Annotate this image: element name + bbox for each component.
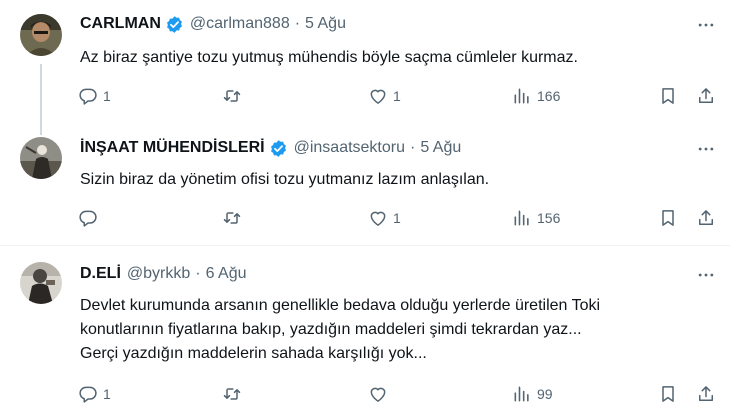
reply-icon (79, 210, 97, 227)
bookmark-button[interactable] (658, 381, 678, 407)
heart-icon (370, 387, 386, 402)
tweet-header: D.ELİ @byrkkb · 6 Ağu (80, 263, 247, 285)
author-name[interactable]: İNŞAAT MÜHENDİSLERİ (80, 139, 265, 157)
tweet-actions: 1 99 (72, 381, 720, 407)
retweet-button[interactable] (222, 381, 247, 407)
author-name[interactable]: CARLMAN (80, 15, 161, 33)
share-button[interactable] (696, 83, 716, 109)
tweet-text-line: konutlarının fiyatlarına bakıp, yazdığın… (80, 321, 582, 338)
tweet-text: Sizin biraz da yönetim ofisi tozu yutman… (80, 171, 490, 188)
author-handle[interactable]: @carlman888 (190, 15, 290, 33)
like-count: 1 (393, 210, 401, 226)
tweet-carlman[interactable]: CARLMAN @carlman888 · 5 Ağu Az biraz şan… (0, 0, 730, 134)
more-dots-icon[interactable] (694, 264, 718, 286)
share-button[interactable] (696, 205, 716, 231)
views-button[interactable]: 156 (512, 205, 560, 231)
share-icon (699, 210, 713, 225)
verified-badge-icon (165, 15, 184, 34)
reply-button[interactable]: 1 (78, 83, 111, 109)
reply-button[interactable] (78, 205, 103, 231)
retweet-icon (223, 90, 241, 102)
share-icon (699, 88, 713, 103)
tweet-text: Devlet kurumunda arsanın genellikle beda… (80, 294, 710, 366)
views-count: 156 (537, 210, 561, 226)
reply-count: 1 (103, 386, 111, 402)
bookmark-icon (662, 88, 674, 104)
heart-icon (370, 89, 386, 104)
tweet-text-line: Gerçi yazdığın maddelerin sahada karşılı… (80, 345, 427, 362)
verified-badge-icon (269, 139, 288, 158)
more-dots-icon[interactable] (694, 138, 718, 160)
reply-count: 1 (103, 88, 111, 104)
bookmark-button[interactable] (658, 83, 678, 109)
author-name[interactable]: D.ELİ (80, 265, 121, 283)
bookmark-button[interactable] (658, 205, 678, 231)
reply-icon (79, 386, 97, 403)
bookmark-icon (662, 210, 674, 226)
share-icon (699, 386, 713, 401)
tweet-insaat-muhendisleri[interactable]: İNŞAAT MÜHENDİSLERİ @insaatsektoru · 5 A… (0, 125, 730, 243)
views-count: 166 (537, 88, 561, 104)
bookmark-icon (662, 386, 674, 402)
retweet-icon (223, 388, 241, 400)
avatar[interactable] (20, 262, 62, 304)
views-button[interactable]: 99 (512, 381, 553, 407)
tweet-actions: 1 1 166 (72, 83, 720, 109)
like-button[interactable]: 1 (368, 83, 401, 109)
avatar[interactable] (20, 14, 62, 56)
more-dots-icon[interactable] (694, 14, 718, 36)
thread-line (40, 64, 42, 134)
retweet-button[interactable] (222, 83, 247, 109)
tweet-header: İNŞAAT MÜHENDİSLERİ @insaatsektoru · 5 A… (80, 137, 461, 159)
heart-icon (370, 211, 386, 226)
like-count: 1 (393, 88, 401, 104)
views-bar-chart-icon (514, 88, 529, 104)
tweet-date[interactable]: 5 Ağu (420, 139, 461, 157)
retweet-button[interactable] (222, 205, 247, 231)
author-handle[interactable]: @insaatsektoru (294, 139, 405, 157)
views-button[interactable]: 166 (512, 83, 560, 109)
tweet-text-line: Devlet kurumunda arsanın genellikle beda… (80, 297, 601, 314)
views-bar-chart-icon (514, 210, 529, 226)
reply-icon (79, 88, 97, 105)
share-button[interactable] (696, 381, 716, 407)
tweet-actions: 1 156 (72, 205, 720, 231)
tweet-date[interactable]: 5 Ağu (305, 15, 346, 33)
separator-dot: · (195, 265, 201, 282)
author-handle[interactable]: @byrkkb (127, 265, 190, 283)
tweet-text: Az biraz şantiye tozu yutmuş mühendis bö… (80, 49, 578, 66)
retweet-icon (223, 212, 241, 224)
thread-line (40, 125, 42, 135)
like-button[interactable] (368, 381, 393, 407)
views-bar-chart-icon (514, 386, 529, 402)
avatar[interactable] (20, 137, 62, 179)
separator-dot: · (294, 15, 301, 32)
tweet-deli[interactable]: D.ELİ @byrkkb · 6 Ağu Devlet kurumunda a… (0, 246, 730, 420)
like-button[interactable]: 1 (368, 205, 401, 231)
views-count: 99 (537, 386, 553, 402)
tweet-date[interactable]: 6 Ağu (206, 265, 247, 283)
tweet-header: CARLMAN @carlman888 · 5 Ağu (80, 13, 346, 35)
reply-button[interactable]: 1 (78, 381, 111, 407)
separator-dot: · (410, 139, 416, 156)
